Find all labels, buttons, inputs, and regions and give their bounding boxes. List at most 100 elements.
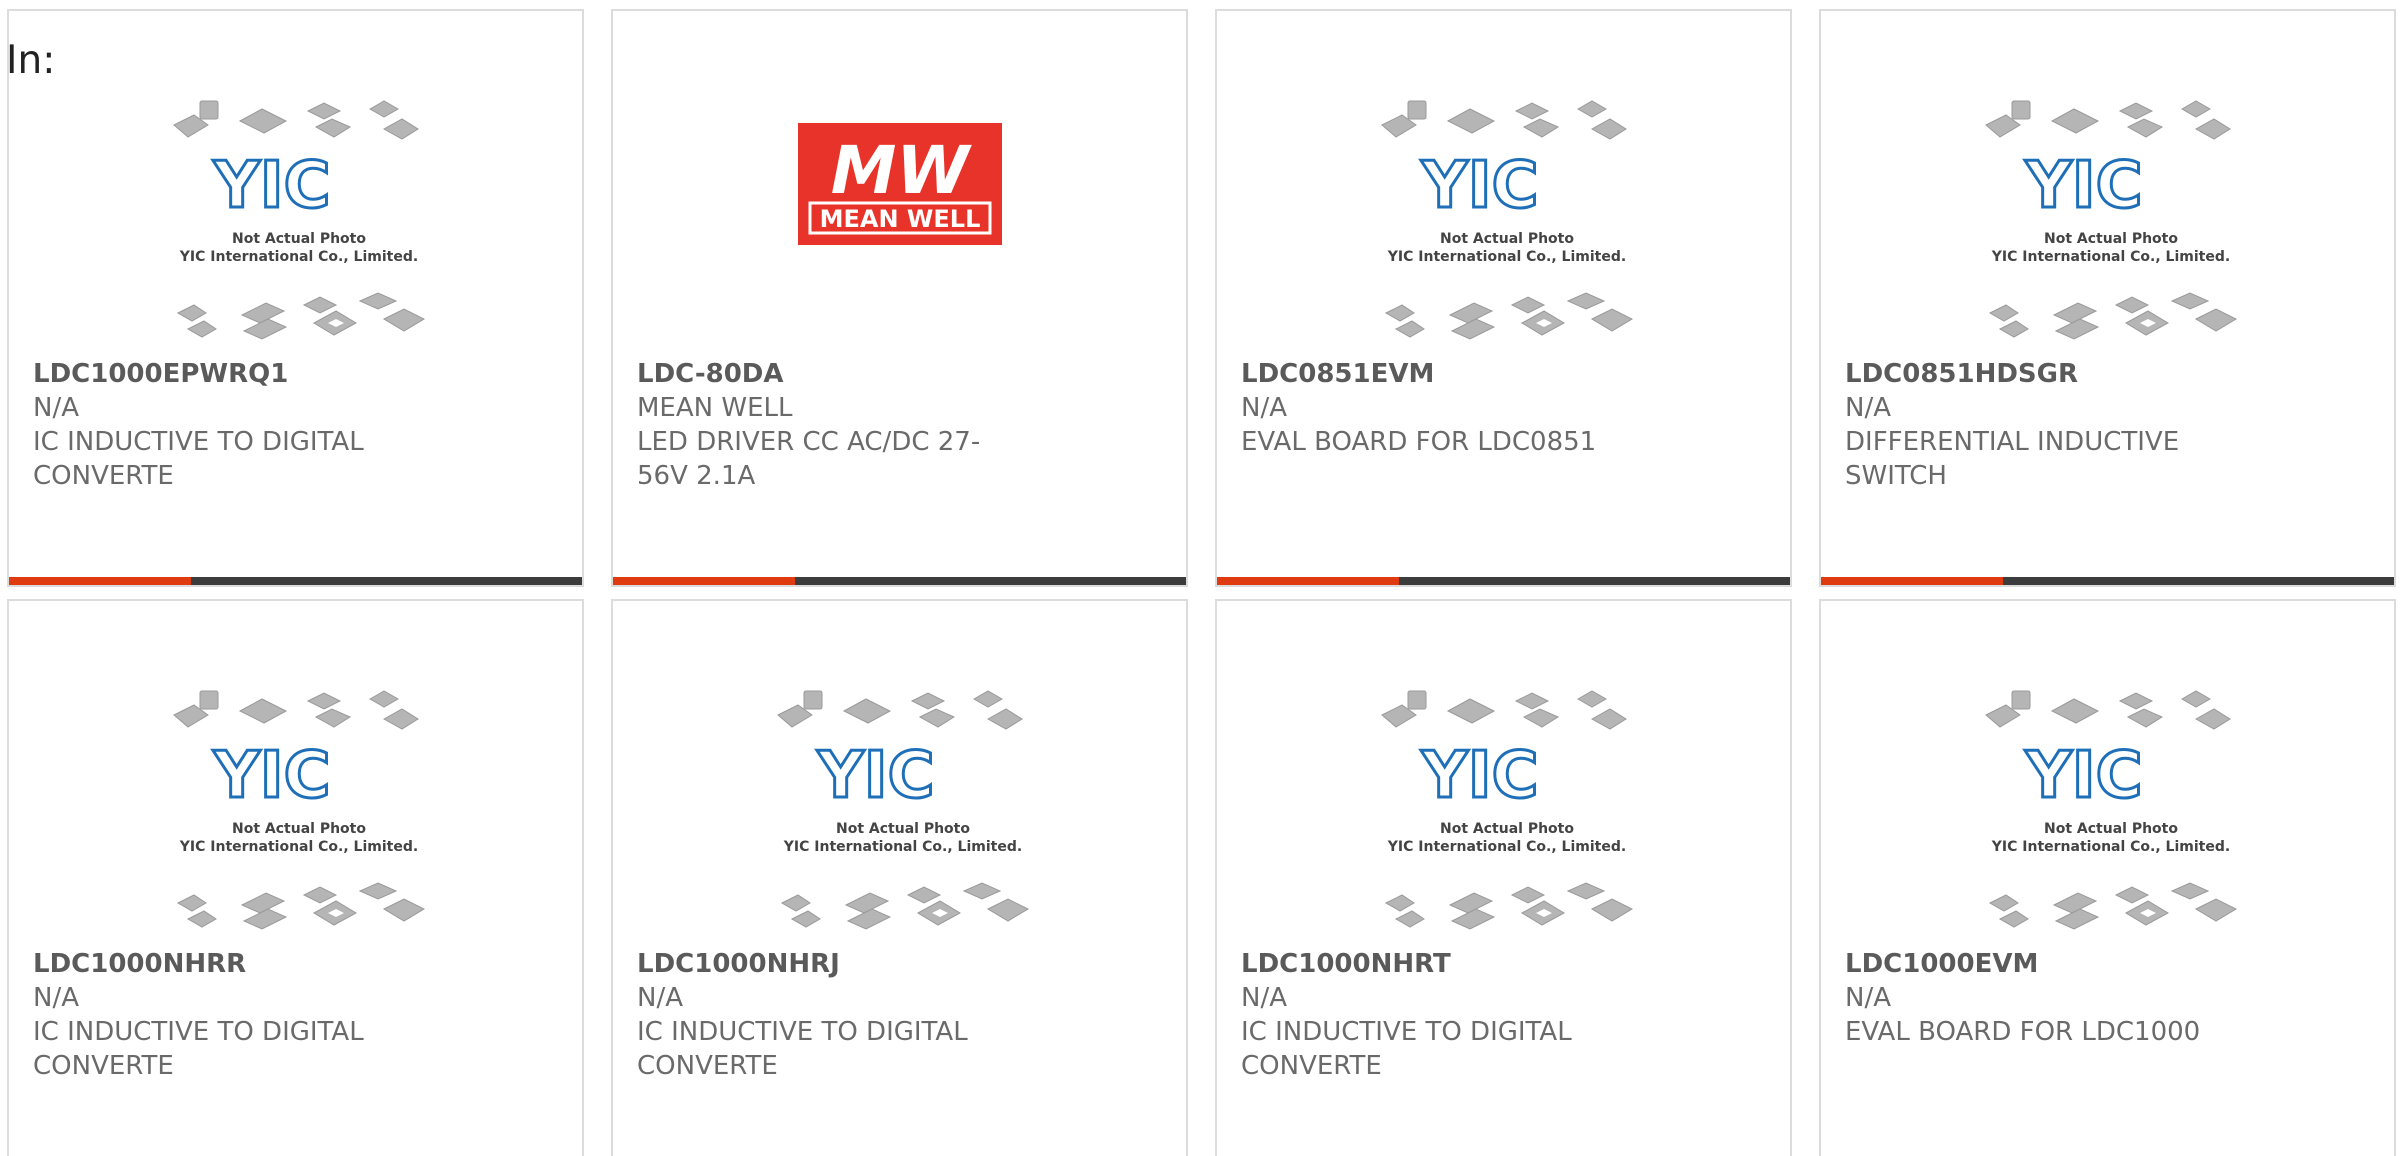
caption-line2: YIC International Co., Limited. (179, 249, 418, 265)
description: LED DRIVER CC AC/DC 27-56V 2.1A (637, 427, 981, 491)
chip-icon (2194, 898, 2238, 922)
chip-icon (1394, 910, 1425, 928)
chip-icon (2118, 102, 2154, 120)
chip-icon (238, 108, 288, 134)
part-number[interactable]: LDC-80DA (637, 357, 1162, 391)
chip-icon (242, 318, 288, 340)
chip-icon (1522, 708, 1560, 728)
mw-mark: MW (831, 132, 973, 209)
description: EVAL BOARD FOR LDC0851 (1241, 427, 1597, 457)
caption-line2: YIC International Co., Limited. (1387, 249, 1626, 265)
chip-icon (1510, 296, 1546, 314)
chip-icon (2180, 100, 2212, 118)
not-actual-photo-thumbnail[interactable]: YIC Not Actual Photo YIC International C… (164, 97, 434, 347)
chip-icon (1446, 698, 1496, 724)
chip-icon (803, 690, 823, 710)
part-number[interactable]: LDC1000NHRR (33, 947, 558, 981)
not-actual-photo-thumbnail[interactable]: YIC Not Actual Photo YIC International C… (768, 687, 1038, 937)
not-actual-photo-thumbnail[interactable]: YIC Not Actual Photo YIC International C… (1372, 97, 1642, 347)
chip-icon (986, 708, 1023, 730)
yic-logo: YIC (212, 739, 330, 813)
caption-line2: YIC International Co., Limited. (783, 839, 1022, 855)
not-actual-photo-thumbnail[interactable]: YIC Not Actual Photo YIC International C… (1976, 687, 2246, 937)
product-card[interactable]: YIC Not Actual Photo YIC International C… (1215, 599, 1792, 1156)
chip-icon (962, 882, 1002, 900)
product-card[interactable]: YIC Not Actual Photo YIC International C… (1215, 9, 1792, 587)
product-card[interactable]: YIC Not Actual Photo YIC International C… (7, 599, 584, 1156)
mean-well-logo[interactable]: MW MEAN WELL (798, 123, 1002, 245)
chip-icon (1988, 304, 2019, 322)
chip-icon (844, 892, 890, 914)
chip-icon (1446, 108, 1496, 134)
chip-icon (2011, 690, 2031, 710)
description: IC INDUCTIVE TO DIGITAL CONVERTE (33, 427, 364, 491)
part-number[interactable]: LDC0851EVM (1241, 357, 1766, 391)
yic-logo: YIC (2024, 739, 2142, 813)
not-actual-photo-thumbnail[interactable]: YIC Not Actual Photo YIC International C… (164, 687, 434, 937)
chip-icon (306, 692, 342, 710)
yic-logo: YIC (2024, 149, 2142, 223)
caption-line1: Not Actual Photo (232, 821, 366, 837)
part-number[interactable]: LDC0851HDSGR (1845, 357, 2370, 391)
chip-icon (2126, 708, 2164, 728)
chip-icon (2180, 690, 2212, 708)
part-number[interactable]: LDC1000EVM (1845, 947, 2370, 981)
chip-icon (1448, 892, 1494, 914)
chip-icon (1407, 100, 1427, 120)
chip-icon (358, 292, 398, 310)
chip-icon (780, 894, 811, 912)
chip-icon (199, 100, 219, 120)
chip-icon (2194, 118, 2231, 140)
caption-line1: Not Actual Photo (836, 821, 970, 837)
chip-icon (1384, 894, 1415, 912)
chip-icon (910, 692, 946, 710)
caption-line1: Not Actual Photo (2044, 231, 2178, 247)
chip-icon (2126, 118, 2164, 138)
card-bottom-bar (1217, 577, 1790, 585)
chip-icon (368, 690, 400, 708)
manufacturer: N/A (1241, 983, 1287, 1013)
chip-icon (1998, 320, 2029, 338)
product-card[interactable]: YIC Not Actual Photo YIC International C… (1819, 599, 2396, 1156)
product-card[interactable]: MW MEAN WELL LDC-80DA MEAN WELL LED DRIV… (611, 9, 1188, 587)
product-card[interactable]: YIC Not Actual Photo YIC International C… (1819, 9, 2396, 587)
chip-icon (1566, 882, 1606, 900)
product-card[interactable]: YIC Not Actual Photo YIC International C… (7, 9, 584, 587)
chip-icon (2054, 318, 2100, 340)
product-grid-page: In: YIC Not Actual Photo YIC Internation… (0, 0, 2400, 1156)
chip-icon (306, 102, 342, 120)
chip-icon (2170, 882, 2210, 900)
description: EVAL BOARD FOR LDC1000 (1845, 1017, 2201, 1047)
description: IC INDUCTIVE TO DIGITAL CONVERTE (637, 1017, 968, 1081)
chip-icon (1988, 894, 2019, 912)
yic-logo: YIC (1420, 739, 1538, 813)
chip-icon (2050, 698, 2100, 724)
caption-line2: YIC International Co., Limited. (1991, 839, 2230, 855)
part-number[interactable]: LDC1000NHRT (1241, 947, 1766, 981)
caption-line1: Not Actual Photo (1440, 231, 1574, 247)
not-actual-photo-thumbnail[interactable]: YIC Not Actual Photo YIC International C… (1372, 687, 1642, 937)
caption-line1: Not Actual Photo (232, 231, 366, 247)
not-actual-photo-thumbnail[interactable]: YIC Not Actual Photo YIC International C… (1976, 97, 2246, 347)
card-bottom-bar (613, 577, 1186, 585)
chip-icon (972, 690, 1004, 708)
description: IC INDUCTIVE TO DIGITAL CONVERTE (33, 1017, 364, 1081)
product-card[interactable]: YIC Not Actual Photo YIC International C… (611, 599, 1188, 1156)
chip-icon (1576, 100, 1608, 118)
chip-icon (186, 910, 217, 928)
card-bottom-bar (1821, 577, 2394, 585)
manufacturer: N/A (33, 393, 79, 423)
chip-icon (2114, 296, 2150, 314)
part-number[interactable]: LDC1000NHRJ (637, 947, 1162, 981)
chip-icon (2052, 302, 2098, 324)
chip-icon (1590, 708, 1627, 730)
chip-icon (790, 910, 821, 928)
caption-line2: YIC International Co., Limited. (179, 839, 418, 855)
yic-logo: YIC (816, 739, 934, 813)
chip-icon (1998, 910, 2029, 928)
chip-icon (186, 320, 217, 338)
chip-icon (238, 698, 288, 724)
caption-line1: Not Actual Photo (1440, 821, 1574, 837)
chip-icon (2050, 108, 2100, 134)
part-number[interactable]: LDC1000EPWRQ1 (33, 357, 558, 391)
